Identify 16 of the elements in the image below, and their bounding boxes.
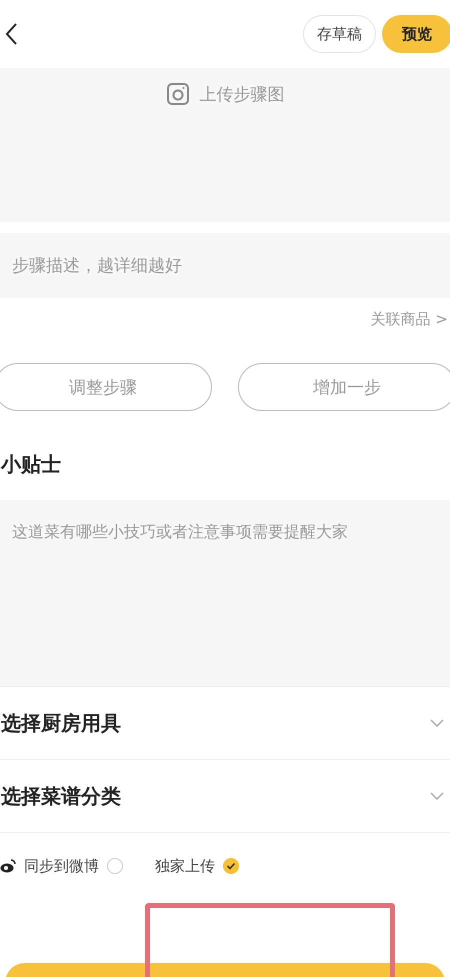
preview-button[interactable]: 预览 bbox=[382, 15, 450, 53]
step-description-field[interactable]: 步骤描述，越详细越好 bbox=[0, 233, 450, 298]
checked-radio[interactable] bbox=[223, 858, 239, 874]
radio-button[interactable] bbox=[107, 858, 123, 874]
chevron-down-icon bbox=[430, 719, 444, 727]
tips-field[interactable]: 这道菜有哪些小技巧或者注意事项需要提醒大家 bbox=[0, 500, 450, 686]
selector-row[interactable]: 选择菜谱分类 bbox=[0, 759, 450, 832]
upload-label: 上传步骤图 bbox=[200, 84, 284, 106]
option-label: 独家上传 bbox=[155, 856, 215, 876]
selector-row[interactable]: 选择厨房用具 bbox=[0, 686, 450, 759]
back-icon[interactable] bbox=[4, 22, 18, 46]
option-label: 同步到微博 bbox=[24, 856, 99, 876]
save-draft-button[interactable]: 存草稿 bbox=[303, 15, 376, 53]
camera-icon bbox=[166, 82, 190, 106]
chevron-down-icon bbox=[430, 792, 444, 800]
section-title: 小贴士 bbox=[1, 451, 62, 478]
